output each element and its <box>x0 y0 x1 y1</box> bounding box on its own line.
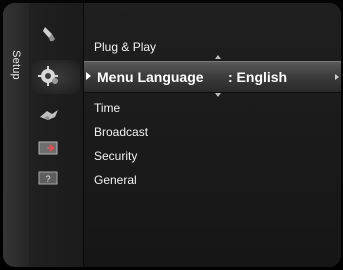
scroll-down-icon <box>215 93 221 97</box>
submenu-arrow-icon <box>335 74 339 80</box>
picture-icon[interactable] <box>38 25 60 43</box>
menu-item-time[interactable]: Time <box>94 101 120 115</box>
category-icon-column: ? <box>29 3 83 267</box>
svg-text:?: ? <box>45 174 50 184</box>
setup-menu-panel: Setup ? Plug & Play Menu Language: Engl… <box>3 3 341 267</box>
setup-gear-icon[interactable] <box>38 66 60 86</box>
scroll-up-icon <box>215 55 221 59</box>
menu-item-plug-and-play[interactable]: Plug & Play <box>94 40 156 54</box>
menu-item-broadcast[interactable]: Broadcast <box>94 125 148 139</box>
support-icon[interactable]: ? <box>38 171 60 189</box>
menu-item-general[interactable]: General <box>94 173 137 187</box>
menu-language-value: : English <box>228 69 288 85</box>
selection-arrow-icon <box>86 72 91 80</box>
menu-title: Setup <box>10 50 22 80</box>
menu-title-strip: Setup <box>3 3 29 267</box>
input-icon[interactable] <box>38 140 60 158</box>
menu-item-menu-language[interactable]: Menu Language : English <box>84 61 341 93</box>
application-icon[interactable] <box>38 108 60 126</box>
setup-options-list: Plug & Play Menu Language : English Time… <box>84 3 341 267</box>
tv-osd-screen: Setup ? Plug & Play Menu Language: Engl… <box>0 0 343 270</box>
menu-language-label: Menu Language <box>97 69 204 85</box>
menu-item-security[interactable]: Security <box>94 149 137 163</box>
